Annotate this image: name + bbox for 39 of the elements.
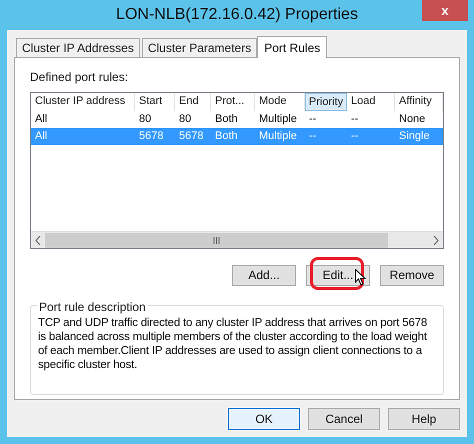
column-header[interactable]: Prot... xyxy=(211,93,255,111)
column-header[interactable]: End xyxy=(175,93,211,111)
table-cell-text: -- xyxy=(350,129,360,144)
table-cell-text: 5678 xyxy=(138,129,164,144)
table-cell-text: Both xyxy=(214,129,239,144)
close-button[interactable]: x xyxy=(422,0,468,21)
table-cell-text: 80 xyxy=(178,112,192,128)
tab[interactable]: Cluster IP Addresses xyxy=(16,38,140,57)
table-cell-text: Multiple xyxy=(258,129,298,144)
column-header[interactable]: Load xyxy=(347,93,395,111)
table-cell-text: 5678 xyxy=(178,129,204,144)
column-header[interactable]: Affinity xyxy=(395,93,443,111)
column-header[interactable]: Priority xyxy=(305,93,347,111)
tab[interactable]: Port Rules xyxy=(257,36,328,58)
dialog-button[interactable]: Cancel xyxy=(308,408,380,430)
table-cell-text: 80 xyxy=(138,112,152,128)
cursor-icon xyxy=(355,269,366,286)
dialog-button[interactable]: OK xyxy=(228,408,300,430)
scrollbar-thumb[interactable] xyxy=(45,232,388,248)
list-label: Defined port rules: xyxy=(30,69,130,86)
table-row[interactable]: All 80 80 Both Multiple -- -- None xyxy=(31,111,443,128)
table-cell-text: All xyxy=(34,129,48,144)
horizontal-scrollbar[interactable] xyxy=(31,231,443,248)
description-text: TCP and UDP traffic directed to any cluster IP address that arrives on port 5678 is balanced across multiple members of the cluster according to the load weight of each member.Client IP addresses are used to assign client connections to a specific cluster host. xyxy=(38,316,428,372)
table-cell-text: All xyxy=(34,112,48,128)
table-cell-text: Both xyxy=(214,112,239,128)
window-title: LON-NLB(172.16.0.42) Properties xyxy=(116,5,358,25)
table-cell-text: Single xyxy=(398,129,431,144)
table-cell-text: -- xyxy=(308,129,318,144)
table-cell-text: -- xyxy=(350,112,360,128)
column-header[interactable]: Start xyxy=(135,93,175,111)
column-header[interactable]: Cluster IP address xyxy=(31,93,135,111)
rule-button[interactable]: Remove xyxy=(380,264,444,286)
table-cell-text: None xyxy=(398,112,426,128)
tab[interactable]: Cluster Parameters xyxy=(142,38,258,57)
table-cell-text: Multiple xyxy=(258,112,298,128)
table-cell-text: -- xyxy=(308,112,318,128)
dialog-button[interactable]: Help xyxy=(388,408,460,430)
rule-button[interactable]: Add... xyxy=(232,264,296,286)
